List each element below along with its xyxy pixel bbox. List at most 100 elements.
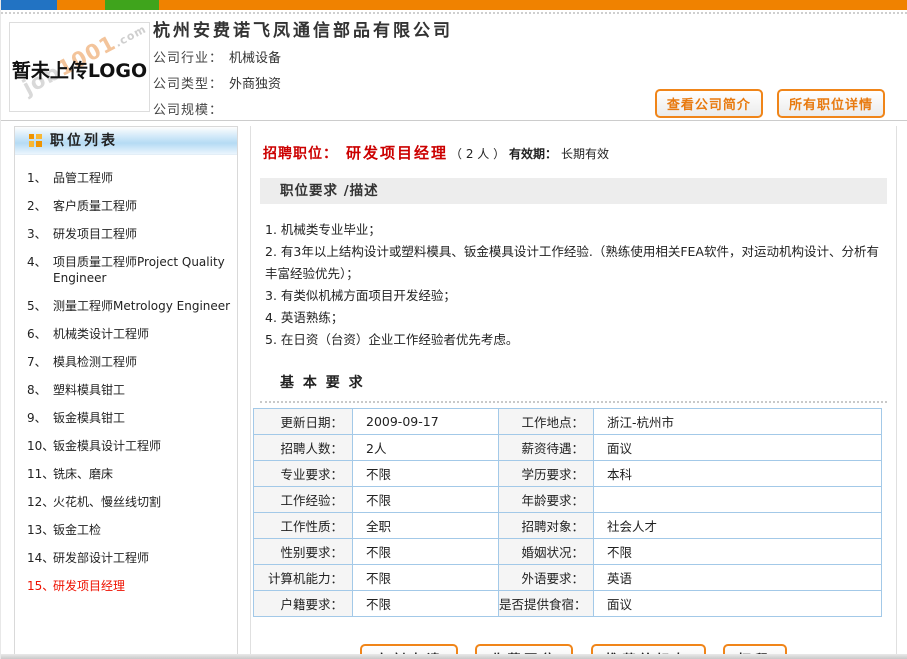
major-requirement-value: 不限 [353,461,499,487]
salary-value: 面议 [594,435,882,461]
table-row: 计算机能力： 不限 外语要求： 英语 [254,565,882,591]
job-list-item-13[interactable]: 13、钣金工检 [15,516,237,544]
job-list-item-5[interactable]: 5、测量工程师Metrology Engineer [15,292,237,320]
requirements-section-header: 职位要求 /描述 [260,178,887,204]
basic-requirements-header: 基 本 要 求 [260,372,887,403]
company-size-label: 公司规模： [153,103,223,118]
requirement-line: 4. 英语熟练； [265,307,882,329]
age-requirement-label: 年龄要求： [499,487,594,513]
job-list-item-14[interactable]: 14、研发部设计工程师 [15,544,237,572]
job-list-panel: 职位列表 1、品管工程师 2、客户质量工程师 3、研发项目工程师 4、项目质量工… [14,126,238,656]
company-industry-value: 机械设备 [229,51,281,66]
gender-label: 性别要求： [254,539,353,565]
company-fields: 公司行业： 机械设备 公司类型： 外商独资 公司规模： [153,46,281,124]
job-list-title: 职位列表 [50,127,118,155]
page-body: 职位列表 1、品管工程师 2、客户质量工程师 3、研发项目工程师 4、项目质量工… [1,121,907,656]
table-row: 招聘人数： 2人 薪资待遇： 面议 [254,435,882,461]
education-label: 学历要求： [499,461,594,487]
experience-label: 工作经验： [254,487,353,513]
residency-label: 户籍要求： [254,591,353,617]
company-type-value: 外商独资 [229,77,281,92]
update-date-value: 2009-09-17 [353,409,499,435]
major-requirement-label: 专业要求： [254,461,353,487]
recruit-target-label: 招聘对象： [499,513,594,539]
job-list-item-12[interactable]: 12、火花机、慢丝线切割 [15,488,237,516]
requirements-text: 1. 机械类专业毕业； 2. 有3年以上结构设计或塑料模具、钣金模具设计工作经验… [265,219,882,351]
work-location-label: 工作地点： [499,409,594,435]
all-positions-button[interactable]: 所有职位详情 [777,89,885,118]
computer-skill-value: 不限 [353,565,499,591]
company-type-label: 公司类型： [153,77,223,92]
job-list-item-2[interactable]: 2、客户质量工程师 [15,192,237,220]
company-header: job1001.com 暂未上传LOGO 杭州安费诺飞凤通信部品有限公司 公司行… [1,14,907,120]
salary-label: 薪资待遇： [499,435,594,461]
requirement-line: 1. 机械类专业毕业； [265,219,882,241]
job-list-header: 职位列表 [15,127,237,155]
job-list-item-15-active[interactable]: 15、研发项目经理 [15,572,237,600]
stripe-orange-2 [159,0,907,10]
table-row: 工作性质： 全职 招聘对象： 社会人才 [254,513,882,539]
table-row: 专业要求： 不限 学历要求： 本科 [254,461,882,487]
job-list-item-4[interactable]: 4、项目质量工程师Project Quality Engineer [15,248,237,292]
job-list-item-9[interactable]: 9、钣金模具钳工 [15,404,237,432]
company-industry-label: 公司行业： [153,51,223,66]
job-list: 1、品管工程师 2、客户质量工程师 3、研发项目工程师 4、项目质量工程师Pro… [15,155,237,600]
table-row: 工作经验： 不限 年龄要求： [254,487,882,513]
update-date-label: 更新日期： [254,409,353,435]
job-list-item-10[interactable]: 10、钣金模具设计工程师 [15,432,237,460]
stripe-orange-1 [57,0,105,10]
headcount-label: 招聘人数： [254,435,353,461]
job-list-item-11[interactable]: 11、铣床、磨床 [15,460,237,488]
age-requirement-value [594,487,882,513]
table-row: 性别要求： 不限 婚姻状况： 不限 [254,539,882,565]
validity-label: 有效期： [509,147,557,161]
basic-requirements-table: 更新日期： 2009-09-17 工作地点： 浙江-杭州市 招聘人数： 2人 薪… [253,408,882,617]
stripe-green [105,0,159,10]
logo-not-uploaded-text: 暂未上传LOGO [10,56,149,83]
marital-status-value: 不限 [594,539,882,565]
education-value: 本科 [594,461,882,487]
headcount-value: 2人 [353,435,499,461]
company-size-row: 公司规模： [153,98,281,124]
foreign-language-label: 外语要求： [499,565,594,591]
job-list-item-7[interactable]: 7、模具检测工程师 [15,348,237,376]
company-logo-placeholder: job1001.com 暂未上传LOGO [9,22,150,112]
job-nature-value: 全职 [353,513,499,539]
recruit-target-value: 社会人才 [594,513,882,539]
experience-value: 不限 [353,487,499,513]
job-detail-page: { "colors": { "stripe_blue": "#2273c3", … [0,0,907,659]
job-list-item-6[interactable]: 6、机械类设计工程师 [15,320,237,348]
job-nature-label: 工作性质： [254,513,353,539]
gender-value: 不限 [353,539,499,565]
marital-status-label: 婚姻状况： [499,539,594,565]
foreign-language-value: 英语 [594,565,882,591]
bottom-edge-strip [1,654,907,659]
board-lodging-label: 是否提供食宿： [499,591,594,617]
job-title: 研发项目经理 [346,144,448,162]
validity-value: 长期有效 [561,147,609,161]
headcount: （ 2 人 ） [450,147,505,161]
job-detail-panel: 招聘职位： 研发项目经理（ 2 人 ） 有效期： 长期有效 职位要求 /描述 1. … [250,126,897,656]
company-name: 杭州安费诺飞凤通信部品有限公司 [153,16,453,41]
company-industry-row: 公司行业： 机械设备 [153,46,281,72]
work-location-value: 浙江-杭州市 [594,409,882,435]
top-color-stripes [1,0,907,10]
stripe-blue [1,0,57,10]
company-type-row: 公司类型： 外商独资 [153,72,281,98]
requirement-line: 3. 有类似机械方面项目开发经验； [265,285,882,307]
board-lodging-value: 面议 [594,591,882,617]
requirement-line: 5. 在日资（台资）企业工作经验者优先考虑。 [265,329,882,351]
job-list-item-3[interactable]: 3、研发项目工程师 [15,220,237,248]
computer-skill-label: 计算机能力： [254,565,353,591]
header-buttons: 查看公司简介 所有职位详情 [646,89,885,118]
table-row: 户籍要求： 不限 是否提供食宿： 面议 [254,591,882,617]
requirement-line: 2. 有3年以上结构设计或塑料模具、钣金模具设计工作经验.（熟练使用相关FEA软… [265,241,882,285]
view-company-profile-button[interactable]: 查看公司简介 [655,89,763,118]
job-list-item-1[interactable]: 1、品管工程师 [15,164,237,192]
grid-squares-icon [29,134,42,147]
recruit-position-label: 招聘职位： [263,146,338,162]
job-title-line: 招聘职位： 研发项目经理（ 2 人 ） 有效期： 长期有效 [263,142,896,163]
job-list-item-8[interactable]: 8、塑料模具钳工 [15,376,237,404]
residency-value: 不限 [353,591,499,617]
table-row: 更新日期： 2009-09-17 工作地点： 浙江-杭州市 [254,409,882,435]
